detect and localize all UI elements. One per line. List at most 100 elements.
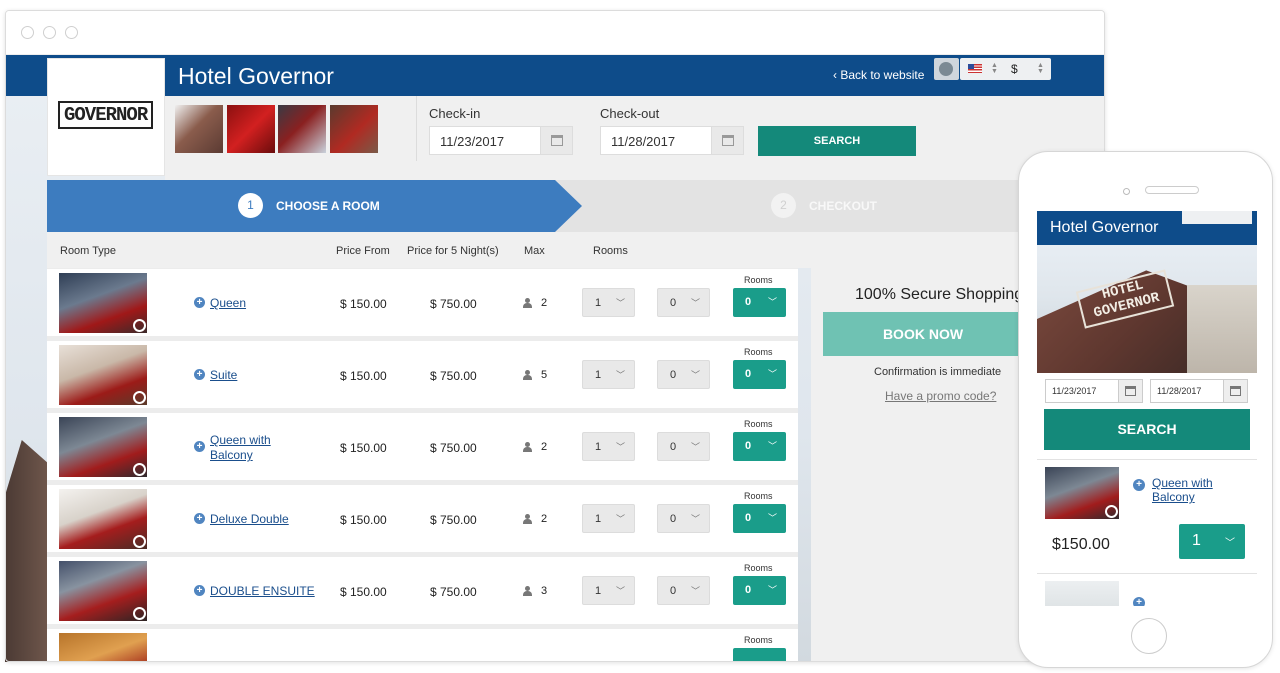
window-close-dot[interactable]	[21, 26, 34, 39]
max-guests: 2	[541, 441, 548, 453]
back-to-website-link[interactable]: ‹ Back to website	[833, 68, 924, 82]
expand-plus-icon[interactable]: +	[1133, 597, 1145, 606]
select-value: 1	[595, 513, 602, 525]
select-value: 0	[670, 297, 677, 309]
mobile-checkout-value: 11/28/2017	[1157, 386, 1202, 396]
select-value: 1	[595, 585, 602, 597]
children-select[interactable]: 0 ﹀	[657, 576, 710, 605]
step-label-choose-room: CHOOSE A ROOM	[276, 199, 380, 213]
language-globe-button[interactable]	[934, 58, 959, 80]
room-photo[interactable]	[59, 345, 147, 405]
adults-select[interactable]: 1 ﹀	[582, 504, 635, 533]
price-from: $ 150.00	[340, 585, 387, 599]
price-total: $ 750.00	[430, 441, 477, 455]
children-select[interactable]: 0 ﹀	[657, 432, 710, 461]
children-select[interactable]: 0 ﹀	[657, 360, 710, 389]
book-now-button[interactable]: BOOK NOW	[823, 312, 1023, 356]
rooms-select[interactable]: 0 ﹀	[733, 360, 786, 389]
zoom-icon[interactable]	[133, 607, 146, 620]
mobile-room-name-link[interactable]: Queen with Balcony	[1152, 476, 1242, 504]
zoom-icon[interactable]	[133, 391, 146, 404]
window-minimize-dot[interactable]	[43, 26, 56, 39]
mobile-checkin-input[interactable]: 11/23/2017	[1045, 379, 1143, 403]
expand-plus-icon[interactable]: +	[194, 369, 205, 380]
expand-plus-icon[interactable]: +	[1133, 479, 1145, 491]
expand-plus-icon[interactable]: +	[194, 297, 205, 308]
zoom-icon[interactable]	[133, 535, 146, 548]
gallery-thumbnail[interactable]	[278, 105, 326, 153]
mobile-locale-selector[interactable]	[1182, 211, 1252, 224]
promo-code-link[interactable]: Have a promo code?	[885, 389, 996, 403]
checkout-date-value: 11/28/2017	[611, 134, 676, 149]
max-guests: 3	[541, 585, 548, 597]
chevron-down-icon: ﹀	[767, 297, 777, 307]
select-value: 0	[745, 296, 752, 308]
children-select[interactable]: 0 ﹀	[657, 288, 710, 317]
gallery-thumbnail[interactable]	[227, 105, 275, 153]
calendar-button[interactable]	[1223, 380, 1247, 402]
locale-selector[interactable]: ▲ ▼ $ ▲ ▼	[960, 58, 1051, 80]
rooms-select[interactable]	[733, 648, 786, 661]
room-photo[interactable]	[59, 417, 147, 477]
gallery-thumbnail[interactable]	[330, 105, 378, 153]
secure-shopping-title: 100% Secure Shopping	[855, 286, 1024, 303]
rooms-label: Rooms	[744, 347, 773, 357]
zoom-icon[interactable]	[133, 319, 146, 332]
chevron-down-icon: ﹀	[767, 369, 777, 379]
calendar-button[interactable]	[540, 127, 572, 154]
person-icon	[522, 370, 532, 380]
rooms-label: Rooms	[744, 275, 773, 285]
window-maximize-dot[interactable]	[65, 26, 78, 39]
adults-select[interactable]: 1 ﹀	[582, 288, 635, 317]
progress-steps: 1 CHOOSE A ROOM 2 CHECKOUT	[47, 180, 1104, 232]
children-select[interactable]: 0 ﹀	[657, 504, 710, 533]
person-icon	[522, 514, 532, 524]
rooms-select[interactable]: 0 ﹀	[733, 432, 786, 461]
checkin-label: Check-in	[429, 106, 481, 121]
mobile-search-button[interactable]: SEARCH	[1044, 409, 1250, 450]
room-name-link[interactable]: Queen	[210, 296, 246, 311]
expand-plus-icon[interactable]: +	[194, 513, 205, 524]
room-photo[interactable]	[59, 273, 147, 333]
expand-plus-icon[interactable]: +	[194, 441, 205, 452]
select-value: 0	[745, 440, 752, 452]
phone-mockup: Hotel Governor HOTEL GOVERNOR 11/23/2017…	[1018, 151, 1273, 668]
room-name-link[interactable]: Queen with Balcony	[210, 433, 290, 463]
calendar-button[interactable]	[1118, 380, 1142, 402]
room-photo[interactable]	[59, 561, 147, 621]
col-room-type: Room Type	[60, 245, 117, 257]
chevron-down-icon: ﹀	[615, 514, 625, 524]
calendar-button[interactable]	[711, 127, 743, 154]
calendar-icon	[1230, 386, 1241, 396]
mobile-room-photo[interactable]	[1045, 467, 1119, 519]
calendar-icon	[551, 135, 563, 146]
adults-select[interactable]: 1 ﹀	[582, 360, 635, 389]
rooms-select[interactable]: 0 ﹀	[733, 504, 786, 533]
mobile-room-photo[interactable]	[1045, 581, 1119, 606]
step-label-checkout: CHECKOUT	[809, 199, 877, 213]
room-name-link[interactable]: DOUBLE ENSUITE	[210, 584, 315, 599]
room-photo[interactable]	[59, 489, 147, 549]
rooms-select[interactable]: 0 ﹀	[733, 288, 786, 317]
rooms-select[interactable]: 0 ﹀	[733, 576, 786, 605]
checkin-date-input[interactable]: 11/23/2017	[429, 126, 573, 155]
room-photo[interactable]	[59, 633, 147, 661]
zoom-icon[interactable]	[133, 463, 146, 476]
browser-chrome	[6, 11, 1104, 55]
adults-select[interactable]: 1 ﹀	[582, 432, 635, 461]
room-name-link[interactable]: Deluxe Double	[210, 512, 289, 527]
home-button[interactable]	[1131, 618, 1167, 654]
mobile-rooms-select[interactable]: 1 ﹀	[1179, 524, 1245, 559]
expand-plus-icon[interactable]: +	[194, 585, 205, 596]
checkout-date-input[interactable]: 11/28/2017	[600, 126, 744, 155]
mobile-checkout-input[interactable]: 11/28/2017	[1150, 379, 1248, 403]
price-total: $ 750.00	[430, 513, 477, 527]
gallery-thumbnail[interactable]	[175, 105, 223, 153]
room-name-link[interactable]: Suite	[210, 368, 237, 383]
chevron-down-icon: ﹀	[767, 585, 777, 595]
hotel-logo[interactable]: GOVERNOR	[47, 58, 165, 176]
zoom-icon[interactable]	[1105, 505, 1118, 518]
search-button[interactable]: SEARCH	[758, 126, 916, 156]
adults-select[interactable]: 1 ﹀	[582, 576, 635, 605]
globe-icon	[939, 62, 953, 76]
